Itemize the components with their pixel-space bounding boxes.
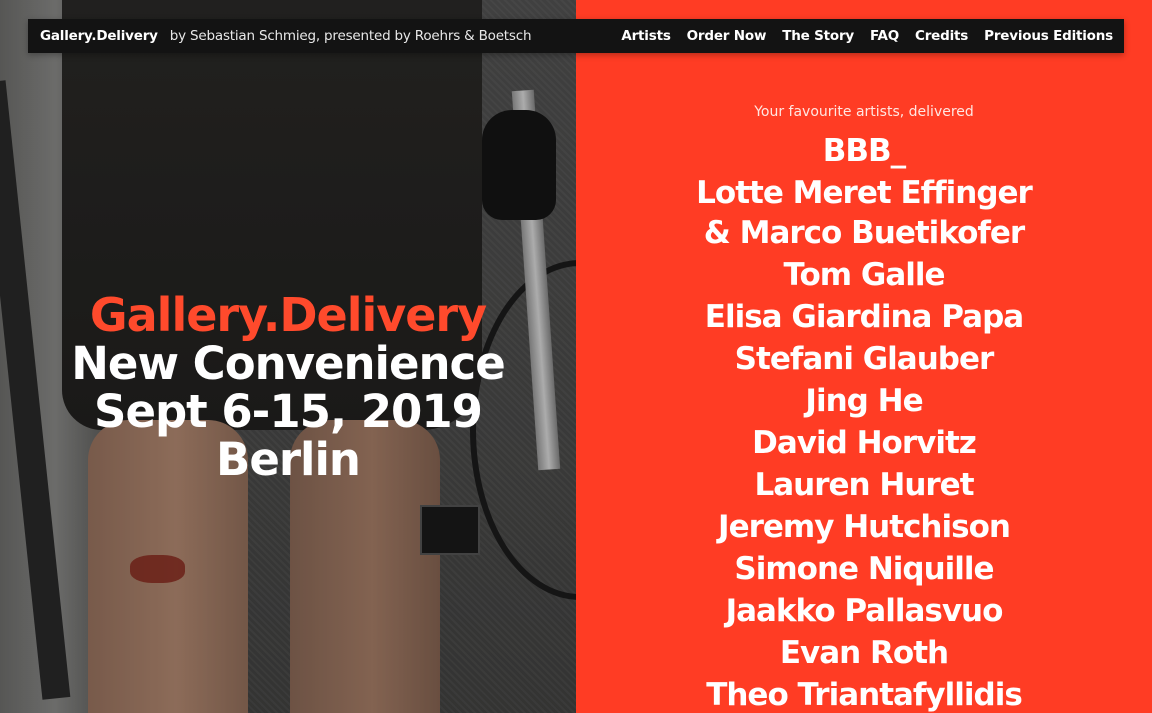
artist-item[interactable]: Stefani Glauber: [688, 339, 1040, 379]
artist-item[interactable]: Jeremy Hutchison: [688, 507, 1040, 547]
nav-the-story[interactable]: The Story: [782, 28, 854, 44]
artist-item[interactable]: Lauren Huret: [688, 465, 1040, 505]
artist-item[interactable]: Evan Roth: [688, 633, 1040, 673]
artist-link[interactable]: Jeremy Hutchison: [718, 509, 1011, 545]
artist-item[interactable]: BBB_: [688, 131, 1040, 171]
byline: by Sebastian Schmieg, presented by Roehr…: [169, 28, 532, 44]
artist-item[interactable]: Tom Galle: [688, 255, 1040, 295]
artist-link[interactable]: Lauren Huret: [754, 467, 974, 503]
nav-faq[interactable]: FAQ: [870, 28, 899, 44]
artist-link[interactable]: Lotte Meret Effinger & Marco Buetikofer: [696, 175, 1033, 251]
artist-list: BBB_ Lotte Meret Effinger & Marco Buetik…: [688, 131, 1040, 713]
artist-item[interactable]: Jaakko Pallasvuo: [688, 591, 1040, 631]
hero-text: Gallery.Delivery New Convenience Sept 6-…: [0, 292, 576, 485]
artist-link[interactable]: Stefani Glauber: [735, 341, 995, 377]
hero-subtitle: New Convenience: [71, 337, 505, 390]
artist-link[interactable]: Tom Galle: [783, 257, 945, 293]
nav-previous-editions[interactable]: Previous Editions: [984, 28, 1113, 44]
artist-link[interactable]: BBB_: [823, 133, 906, 169]
nav-order-now[interactable]: Order Now: [687, 28, 767, 44]
artist-link[interactable]: Simone Niquille: [734, 551, 994, 587]
brand-link[interactable]: Gallery.Delivery: [40, 28, 158, 44]
nav-links: Artists Order Now The Story FAQ Credits …: [621, 28, 1113, 44]
artist-link[interactable]: Elisa Giardina Papa: [705, 299, 1024, 335]
artist-link[interactable]: David Horvitz: [752, 425, 977, 461]
hero-city: Berlin: [216, 433, 361, 486]
artist-item[interactable]: Lotte Meret Effinger & Marco Buetikofer: [688, 173, 1040, 253]
artist-item[interactable]: Elisa Giardina Papa: [688, 297, 1040, 337]
artist-item[interactable]: Theo Triantafyllidis: [688, 675, 1040, 713]
page: Gallery.Delivery New Convenience Sept 6-…: [0, 0, 1152, 713]
hero-dates: Sept 6-15, 2019: [94, 385, 483, 438]
artists-tagline: Your favourite artists, delivered: [754, 104, 974, 120]
hero-title: Gallery.Delivery: [89, 288, 487, 342]
top-navbar: Gallery.Delivery by Sebastian Schmieg, p…: [28, 19, 1124, 53]
artist-link[interactable]: Jaakko Pallasvuo: [726, 593, 1004, 629]
nav-credits[interactable]: Credits: [915, 28, 968, 44]
artists-panel: Your favourite artists, delivered BBB_ L…: [576, 0, 1152, 713]
artist-link[interactable]: Jing He: [805, 383, 923, 419]
artist-item[interactable]: David Horvitz: [688, 423, 1040, 463]
nav-artists[interactable]: Artists: [621, 28, 671, 44]
artist-item[interactable]: Simone Niquille: [688, 549, 1040, 589]
hero-panel: Gallery.Delivery New Convenience Sept 6-…: [0, 0, 576, 713]
artist-link[interactable]: Evan Roth: [780, 635, 949, 671]
artist-link[interactable]: Theo Triantafyllidis: [706, 677, 1023, 713]
artist-item[interactable]: Jing He: [688, 381, 1040, 421]
